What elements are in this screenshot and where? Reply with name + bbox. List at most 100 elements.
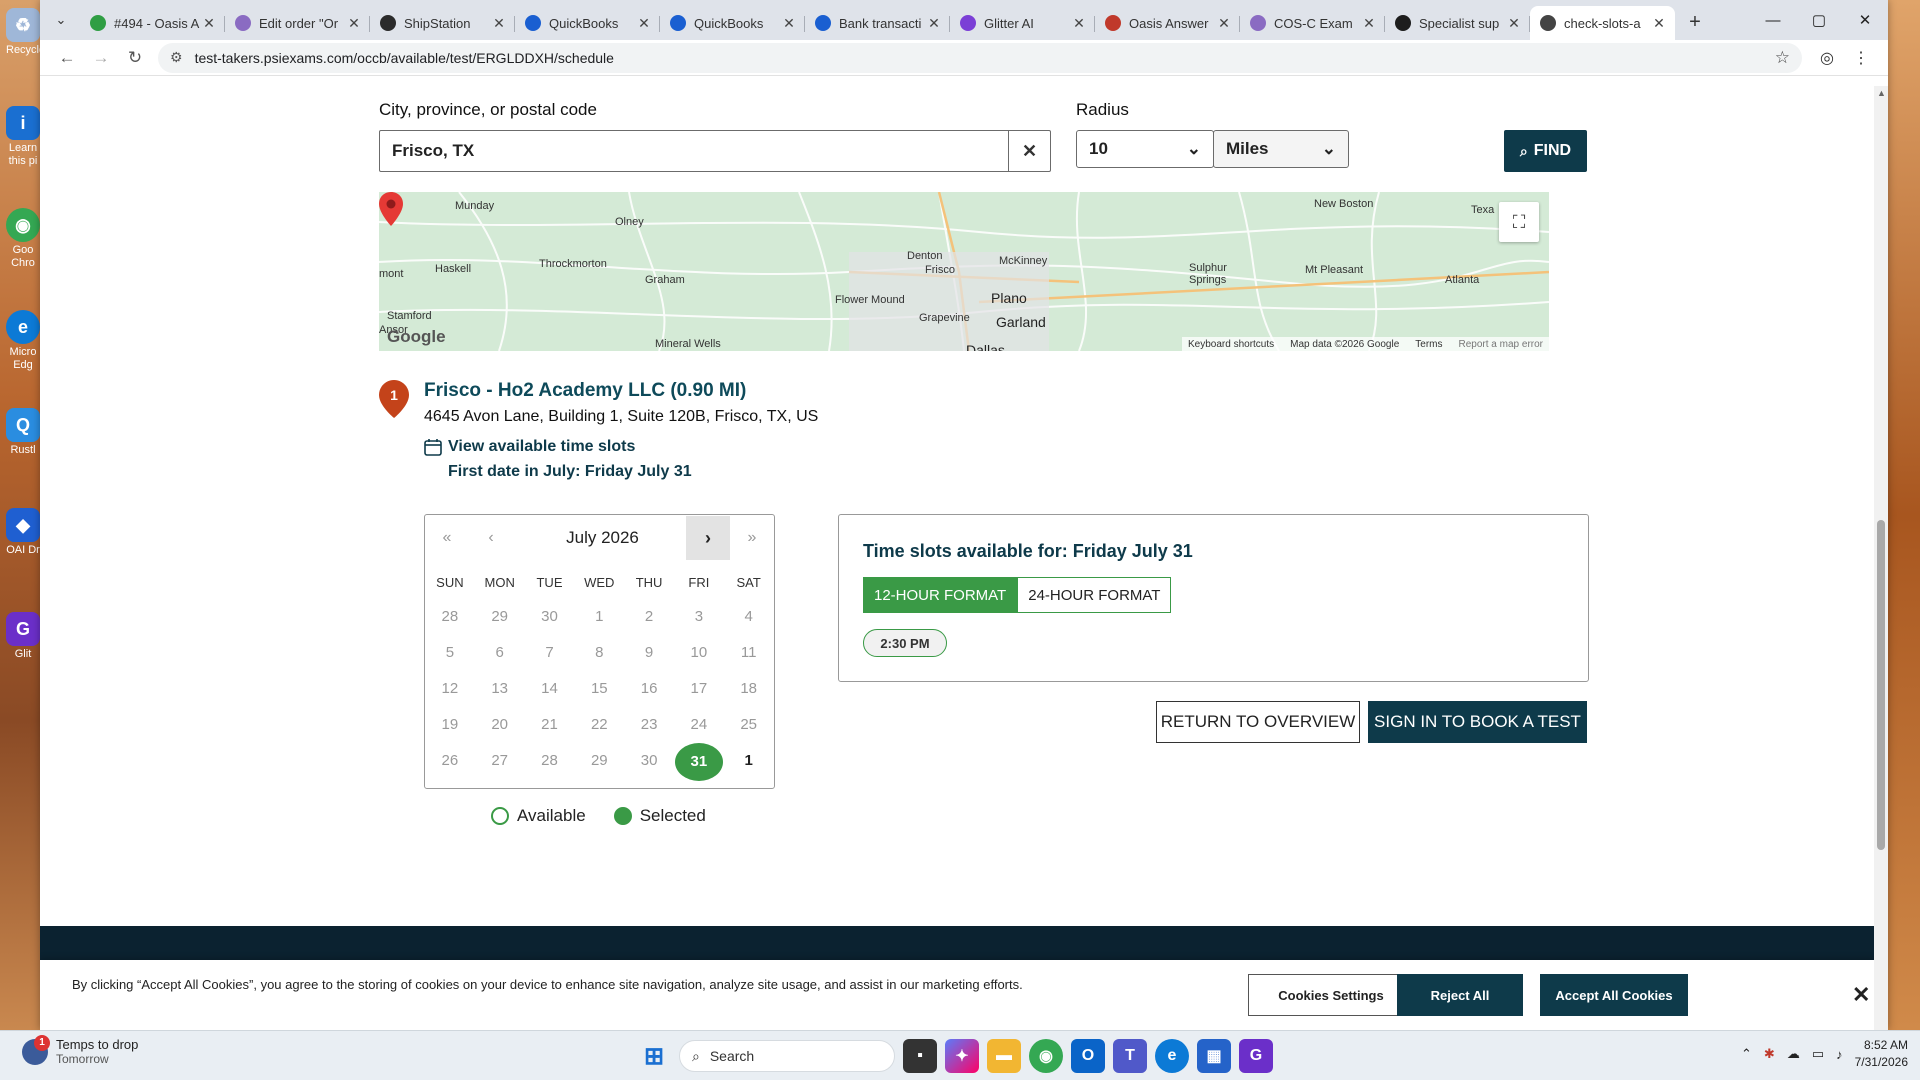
calendar-day[interactable]: 19 xyxy=(425,707,475,743)
browser-tab[interactable]: ShipStation ✕ xyxy=(370,6,515,40)
close-tab-icon[interactable]: ✕ xyxy=(636,15,652,32)
calendar-day[interactable]: 15 xyxy=(574,671,624,707)
calendar-day[interactable]: 28 xyxy=(525,743,575,779)
browser-tab[interactable]: QuickBooks ✕ xyxy=(660,6,805,40)
prev-month-button[interactable]: ‹ xyxy=(469,516,513,560)
close-tab-icon[interactable]: ✕ xyxy=(346,15,362,32)
scrollbar-thumb[interactable] xyxy=(1877,520,1885,850)
calendar-day[interactable]: 7 xyxy=(525,635,575,671)
chevron-up-icon[interactable]: ⌃ xyxy=(1741,1046,1752,1062)
calendar-month-title[interactable]: July 2026 xyxy=(513,528,686,548)
accept-all-cookies-button[interactable]: Accept All Cookies xyxy=(1540,974,1688,1016)
calendar-day[interactable]: 13 xyxy=(475,671,525,707)
minimize-button[interactable]: — xyxy=(1750,0,1796,40)
keyboard-shortcuts-link[interactable]: Keyboard shortcuts xyxy=(1188,339,1274,350)
close-tab-icon[interactable]: ✕ xyxy=(926,15,942,32)
browser-tab[interactable]: Oasis Answer ✕ xyxy=(1095,6,1240,40)
forward-button[interactable]: → xyxy=(84,43,118,73)
calendar-day[interactable]: 30 xyxy=(624,743,674,779)
first-month-button[interactable]: « xyxy=(425,516,469,560)
return-to-overview-button[interactable]: RETURN TO OVERVIEW xyxy=(1156,701,1360,743)
teams-icon[interactable]: T xyxy=(1113,1039,1147,1073)
edge-icon[interactable]: e xyxy=(1155,1039,1189,1073)
close-tab-icon[interactable]: ✕ xyxy=(1216,15,1232,32)
format-24-hour-button[interactable]: 24-HOUR FORMAT xyxy=(1017,577,1172,613)
desktop-icon-edge[interactable]: e Micro Edg xyxy=(6,310,40,372)
map-pin-icon[interactable] xyxy=(379,192,403,226)
calendar-day[interactable]: 11 xyxy=(724,635,774,671)
site-info-icon[interactable]: ⚙ xyxy=(170,49,183,66)
tab-search-button[interactable]: ⌄ xyxy=(48,7,74,33)
page-scrollbar[interactable]: ▲ xyxy=(1874,86,1888,1030)
browser-tab[interactable]: QuickBooks ✕ xyxy=(515,6,660,40)
calendar-day[interactable]: 23 xyxy=(624,707,674,743)
fullscreen-button[interactable]: ⛶ xyxy=(1499,202,1539,242)
desktop-icon-glitter[interactable]: G Glit xyxy=(6,612,40,661)
calendar-day[interactable]: 1 xyxy=(574,599,624,635)
slack-icon[interactable]: ✱ xyxy=(1764,1046,1775,1062)
address-bar[interactable]: ⚙ test-takers.psiexams.com/occb/availabl… xyxy=(158,42,1802,73)
sign-in-to-book-button[interactable]: SIGN IN TO BOOK A TEST xyxy=(1368,701,1587,743)
desktop-icon-learn[interactable]: i Learn this pi xyxy=(6,106,40,168)
close-tab-icon[interactable]: ✕ xyxy=(491,15,507,32)
map[interactable]: Munday Olney Haskell Throckmorton Graham… xyxy=(379,192,1549,351)
new-tab-button[interactable]: + xyxy=(1681,8,1709,36)
browser-tab[interactable]: COS-C Exam ✕ xyxy=(1240,6,1385,40)
network-icon[interactable]: ▭ xyxy=(1812,1046,1824,1062)
city-input[interactable]: Frisco, TX ✕ xyxy=(379,130,1051,172)
browser-tab[interactable]: Glitter AI ✕ xyxy=(950,6,1095,40)
reject-all-button[interactable]: Reject All xyxy=(1397,974,1523,1016)
desktop-icon-chrome[interactable]: ◉ Goo Chro xyxy=(6,208,40,270)
close-tab-icon[interactable]: ✕ xyxy=(201,15,217,32)
taskbar-search[interactable]: ⌕ Search xyxy=(679,1040,895,1072)
desktop-icon-oai[interactable]: ◆ OAI Dr xyxy=(6,508,40,557)
scroll-up-icon[interactable]: ▲ xyxy=(1877,88,1886,98)
task-view-icon[interactable]: ▪ xyxy=(903,1039,937,1073)
next-month-button[interactable]: › xyxy=(686,516,730,560)
reload-button[interactable]: ↻ xyxy=(118,43,152,73)
calendar-day[interactable]: 2 xyxy=(624,599,674,635)
calendar-day[interactable]: 22 xyxy=(574,707,624,743)
close-tab-icon[interactable]: ✕ xyxy=(1361,15,1377,32)
close-tab-icon[interactable]: ✕ xyxy=(1506,15,1522,32)
glitter-icon[interactable]: G xyxy=(1239,1039,1273,1073)
calendar-day[interactable]: 20 xyxy=(475,707,525,743)
calendar-day[interactable]: 26 xyxy=(425,743,475,779)
calendar-day[interactable]: 24 xyxy=(674,707,724,743)
calendar-day[interactable]: 4 xyxy=(724,599,774,635)
calendar-day[interactable]: 5 xyxy=(425,635,475,671)
browser-tab[interactable]: Edit order "Or ✕ xyxy=(225,6,370,40)
calendar-day[interactable]: 3 xyxy=(674,599,724,635)
copilot-icon[interactable]: ✦ xyxy=(945,1039,979,1073)
calendar-day[interactable]: 14 xyxy=(525,671,575,707)
maximize-button[interactable]: ▢ xyxy=(1796,0,1842,40)
desktop-icon-rustl[interactable]: Q Rustl xyxy=(6,408,40,457)
calendar-day[interactable]: 29 xyxy=(475,599,525,635)
file-explorer-icon[interactable]: ▬ xyxy=(987,1039,1021,1073)
clock[interactable]: 8:52 AM 7/31/2026 xyxy=(1855,1037,1908,1071)
find-button[interactable]: ⌕ FIND xyxy=(1504,130,1587,172)
back-button[interactable]: ← xyxy=(50,43,84,73)
volume-icon[interactable]: ♪ xyxy=(1836,1047,1843,1062)
calendar-day[interactable]: 9 xyxy=(624,635,674,671)
location-title[interactable]: Frisco - Ho2 Academy LLC (0.90 MI) xyxy=(424,380,746,402)
calendar-day-selected[interactable]: 31 xyxy=(674,743,724,781)
cloud-offline-icon[interactable]: ☁ xyxy=(1787,1046,1800,1062)
terms-link[interactable]: Terms xyxy=(1415,339,1442,350)
browser-tab[interactable]: check-slots-a ✕ xyxy=(1530,6,1675,40)
profile-icon[interactable]: ◎ xyxy=(1810,43,1844,73)
browser-tab[interactable]: #494 - Oasis A ✕ xyxy=(80,6,225,40)
calendar-day[interactable]: 28 xyxy=(425,599,475,635)
weather-widget[interactable]: 1 Temps to drop Tomorrow xyxy=(22,1034,138,1066)
calendar-day[interactable]: 27 xyxy=(475,743,525,779)
calendar-day[interactable]: 25 xyxy=(724,707,774,743)
calendar-day[interactable]: 10 xyxy=(674,635,724,671)
view-time-slots-link[interactable]: View available time slots xyxy=(424,438,635,456)
calendar-day[interactable]: 29 xyxy=(574,743,624,779)
calendar-day[interactable]: 8 xyxy=(574,635,624,671)
calendar-day[interactable]: 6 xyxy=(475,635,525,671)
calendar-day[interactable]: 18 xyxy=(724,671,774,707)
cookies-settings-button[interactable]: Cookies Settings xyxy=(1248,974,1414,1016)
calendar-day[interactable]: 30 xyxy=(525,599,575,635)
browser-tab[interactable]: Specialist sup ✕ xyxy=(1385,6,1530,40)
